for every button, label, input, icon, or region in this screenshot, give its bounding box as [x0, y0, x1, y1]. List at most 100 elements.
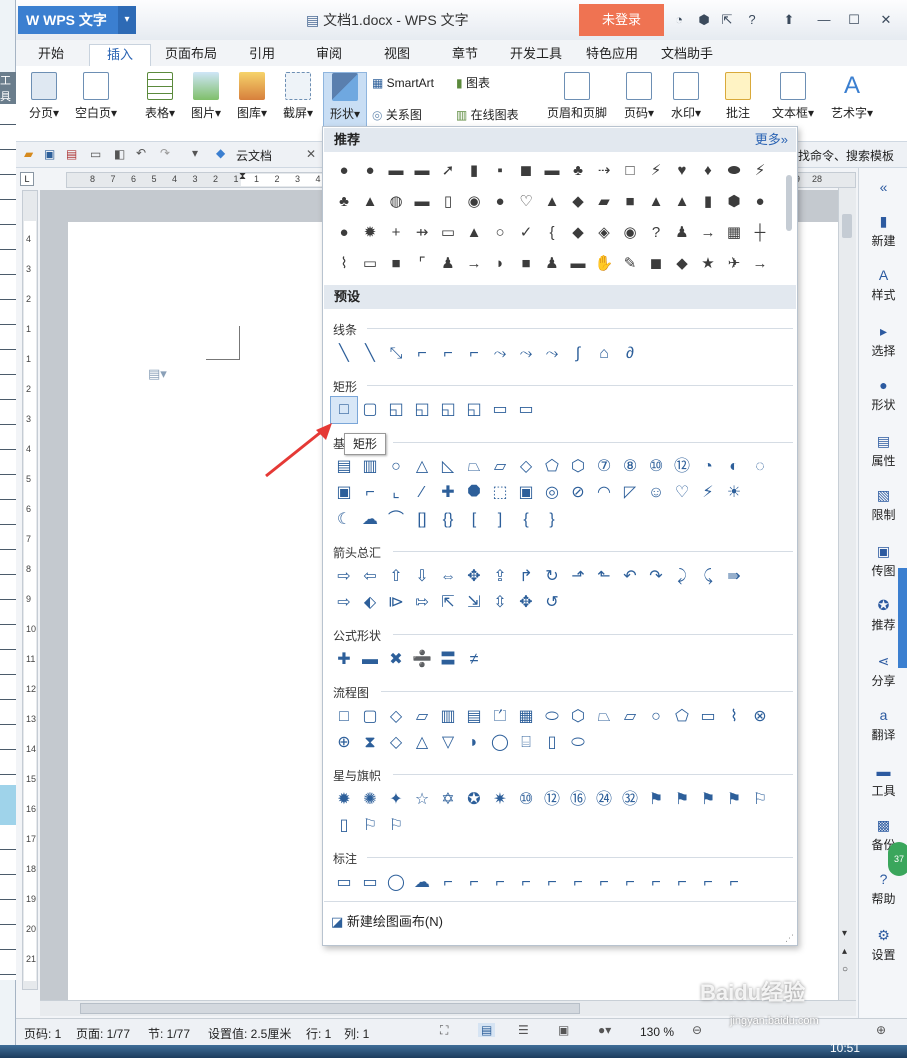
flowchart-shape[interactable]: △: [409, 730, 435, 756]
rect-shape[interactable]: ▭: [487, 397, 513, 423]
arrow-shape[interactable]: ⬏: [565, 564, 591, 590]
recommended-shape[interactable]: ▮: [461, 157, 487, 183]
callout-shape[interactable]: ⌐: [565, 870, 591, 896]
basic-shape[interactable]: ◐: [721, 454, 747, 480]
basic-shape[interactable]: ◔: [695, 454, 721, 480]
basic-shape[interactable]: ⯃: [461, 480, 487, 506]
recommended-shape[interactable]: ♣: [565, 157, 591, 183]
basic-shape[interactable]: ▥: [357, 454, 383, 480]
flowchart-shape[interactable]: ⏥: [617, 704, 643, 730]
textbox-button[interactable]: 文本框▾: [768, 72, 818, 128]
zoom-level[interactable]: 130 %: [640, 1025, 674, 1039]
taskpane-properties[interactable]: ▤ 属性: [859, 432, 907, 469]
flowchart-shape[interactable]: ◯: [487, 730, 513, 756]
recommended-shape[interactable]: ▦: [721, 219, 747, 245]
flowchart-shape[interactable]: ⧗: [357, 730, 383, 756]
line-shape[interactable]: ⤳: [487, 341, 513, 367]
arrow-shape[interactable]: ✥: [513, 590, 539, 616]
maximize-icon[interactable]: ☐: [846, 12, 862, 28]
basic-shape[interactable]: ⬠: [539, 454, 565, 480]
flowchart-shape[interactable]: ⬠: [669, 704, 695, 730]
customize-icon[interactable]: ▾: [192, 146, 198, 160]
flowchart-shape[interactable]: ⏍: [487, 704, 513, 730]
recommended-shape[interactable]: ▭: [357, 250, 383, 276]
star-shape[interactable]: ▯: [331, 813, 357, 839]
flowchart-shape[interactable]: ⬭: [539, 704, 565, 730]
basic-shape[interactable]: ⚡: [695, 480, 721, 506]
star-shape[interactable]: ⑩: [513, 787, 539, 813]
flowchart-shape[interactable]: ▦: [513, 704, 539, 730]
arrow-shape[interactable]: ↶: [617, 564, 643, 590]
recommended-shape[interactable]: ▬: [383, 157, 409, 183]
protect-eye-icon[interactable]: ●▾: [598, 1023, 611, 1037]
blank-page-button[interactable]: 空白页▾: [70, 72, 122, 128]
star-shape[interactable]: ⚐: [357, 813, 383, 839]
open-icon[interactable]: ▰: [24, 147, 33, 161]
star-shape[interactable]: ☆: [409, 787, 435, 813]
arrow-shape[interactable]: ⇧: [383, 564, 409, 590]
arrow-shape[interactable]: ⇦: [357, 564, 383, 590]
star-shape[interactable]: ⑯: [565, 787, 591, 813]
recommended-shape[interactable]: ▬: [539, 157, 565, 183]
new-canvas-item[interactable]: ◪ 新建绘图画布(N): [331, 911, 443, 930]
basic-shape[interactable]: ⬚: [487, 480, 513, 506]
taskpane-restrict[interactable]: ▧ 限制: [859, 486, 907, 523]
web-view-icon[interactable]: ▣: [558, 1023, 569, 1037]
chevron-down-icon[interactable]: ▾: [118, 6, 136, 34]
rect-shape[interactable]: ◱: [461, 397, 487, 423]
recommended-shape[interactable]: ★: [695, 250, 721, 276]
recommended-shape[interactable]: ♟: [435, 250, 461, 276]
basic-shape[interactable]: ⌒: [383, 507, 409, 533]
callout-shape[interactable]: ⌐: [617, 870, 643, 896]
help-icon[interactable]: ?: [744, 12, 760, 28]
recommended-shape[interactable]: ⚡: [643, 157, 669, 183]
recommended-scroll-thumb[interactable]: [786, 175, 792, 231]
recommended-shape[interactable]: ◼: [513, 157, 539, 183]
recommended-shape[interactable]: ✎: [617, 250, 643, 276]
arrow-shape[interactable]: ⇱: [435, 590, 461, 616]
recommended-shape[interactable]: ♟: [539, 250, 565, 276]
flowchart-shape[interactable]: ▥: [435, 704, 461, 730]
arrow-shape[interactable]: ↷: [643, 564, 669, 590]
recommended-shape[interactable]: ◆: [565, 188, 591, 214]
recommended-shape[interactable]: ⇢: [591, 157, 617, 183]
callout-shape[interactable]: ⌐: [487, 870, 513, 896]
star-shape[interactable]: ⚑: [721, 787, 747, 813]
gallery-button[interactable]: 图库▾: [232, 72, 272, 128]
star-shape[interactable]: ✹: [331, 787, 357, 813]
prev-page-icon[interactable]: ▴: [842, 946, 847, 957]
star-shape[interactable]: ⚑: [669, 787, 695, 813]
recommended-shape[interactable]: ✓: [513, 219, 539, 245]
basic-shape[interactable]: ◺: [435, 454, 461, 480]
star-shape[interactable]: ✡: [435, 787, 461, 813]
paste-options-icon[interactable]: ▤▾: [148, 366, 167, 382]
line-shape[interactable]: ⤡: [383, 341, 409, 367]
basic-shape[interactable]: ⌐: [357, 480, 383, 506]
scroll-thumb[interactable]: [842, 214, 852, 238]
callout-shape[interactable]: ⌐: [643, 870, 669, 896]
recommended-shape[interactable]: ▬: [565, 250, 591, 276]
tab-insert[interactable]: 插入: [89, 44, 151, 66]
flowchart-shape[interactable]: ▤: [461, 704, 487, 730]
flowchart-shape[interactable]: ◗: [461, 730, 487, 756]
app-menu-button[interactable]: W WPS 文字 ▾: [18, 6, 136, 34]
star-shape[interactable]: ⑫: [539, 787, 565, 813]
flowchart-shape[interactable]: ▢: [357, 704, 383, 730]
recommended-shape[interactable]: ▬: [409, 188, 435, 214]
recommended-shape[interactable]: ▰: [591, 188, 617, 214]
arrow-shape[interactable]: ⤹: [695, 564, 721, 590]
recommended-shape[interactable]: ♥: [669, 157, 695, 183]
recommended-shape[interactable]: ▭: [435, 219, 461, 245]
recommended-shape[interactable]: ▬: [409, 157, 435, 183]
undo-icon[interactable]: ↶: [136, 146, 146, 160]
recommended-shape[interactable]: ▮: [695, 188, 721, 214]
arrow-shape[interactable]: ✥: [461, 564, 487, 590]
page-number-button[interactable]: 页码▾: [619, 72, 659, 128]
rect-shape[interactable]: ◱: [409, 397, 435, 423]
recommended-shape[interactable]: ♦: [695, 157, 721, 183]
recommended-shape[interactable]: □: [617, 157, 643, 183]
basic-shape[interactable]: ⑧: [617, 454, 643, 480]
flowchart-shape[interactable]: ⊕: [331, 730, 357, 756]
header-footer-button[interactable]: 页眉和页脚: [541, 72, 613, 128]
scroll-down-icon[interactable]: ▾: [842, 928, 847, 939]
